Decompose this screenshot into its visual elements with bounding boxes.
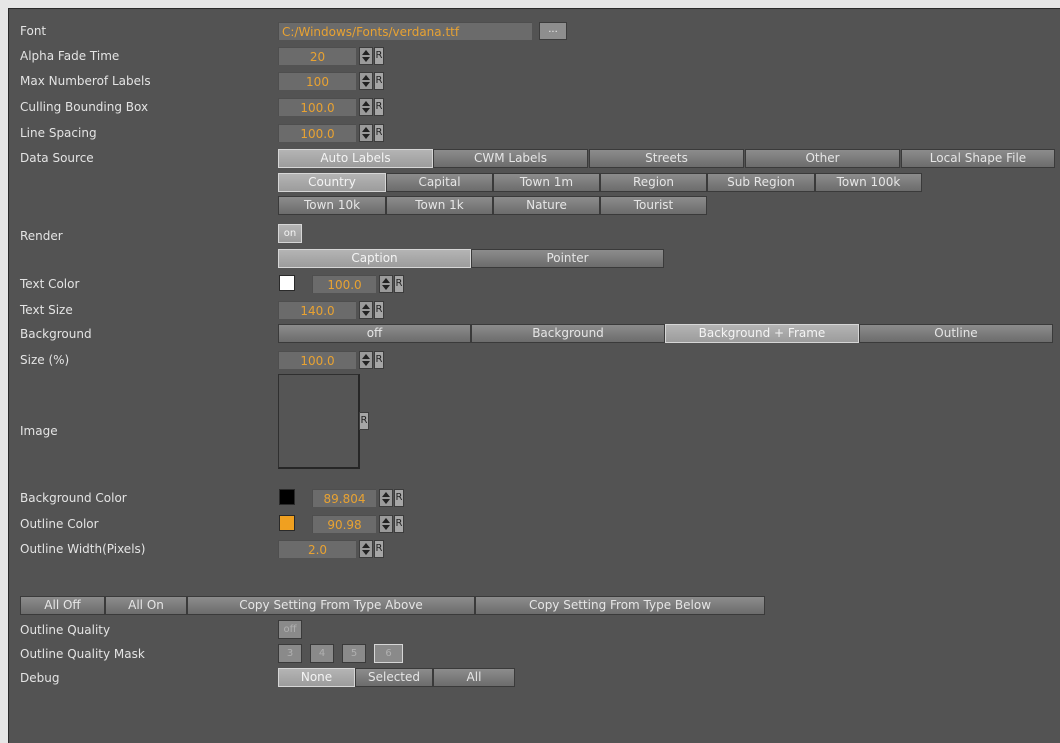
image-drop-area[interactable] bbox=[278, 374, 360, 469]
culling-bbox-field[interactable]: 100.0 bbox=[278, 98, 356, 116]
quality-mask-5[interactable]: 5 bbox=[342, 644, 366, 663]
alpha-fade-time-field[interactable]: 20 bbox=[278, 47, 356, 65]
quality-mask-4[interactable]: 4 bbox=[310, 644, 334, 663]
label-background-color: Background Color bbox=[20, 491, 127, 505]
data-source-town-1m[interactable]: Town 1m bbox=[493, 173, 600, 192]
data-source-nature[interactable]: Nature bbox=[493, 196, 600, 215]
image-reset-button[interactable]: R bbox=[359, 412, 369, 430]
debug-all[interactable]: All bbox=[433, 668, 515, 687]
background-color-reset-button[interactable]: R bbox=[394, 489, 404, 507]
background-color-alpha-stepper[interactable] bbox=[379, 489, 393, 507]
line-spacing-stepper[interactable] bbox=[359, 124, 373, 142]
outline-color-alpha-field[interactable]: 90.98 bbox=[312, 515, 376, 533]
label-culling-bbox: Culling Bounding Box bbox=[20, 100, 149, 114]
all-off-button[interactable]: All Off bbox=[20, 596, 105, 615]
render-mode-caption[interactable]: Caption bbox=[278, 249, 471, 268]
copy-from-below-button[interactable]: Copy Setting From Type Below bbox=[475, 596, 765, 615]
text-size-stepper[interactable] bbox=[359, 301, 373, 319]
data-source-tourist[interactable]: Tourist bbox=[600, 196, 707, 215]
label-debug: Debug bbox=[20, 671, 60, 685]
label-text-color: Text Color bbox=[20, 277, 80, 291]
alpha-fade-time-stepper[interactable] bbox=[359, 47, 373, 65]
background-background-frame[interactable]: Background + Frame bbox=[665, 324, 859, 343]
copy-from-above-button[interactable]: Copy Setting From Type Above bbox=[187, 596, 475, 615]
font-path-field[interactable]: C:/Windows/Fonts/verdana.ttf bbox=[278, 22, 532, 40]
all-on-button[interactable]: All On bbox=[105, 596, 187, 615]
label-data-source: Data Source bbox=[20, 151, 94, 165]
line-spacing-reset-button[interactable]: R bbox=[374, 124, 384, 142]
label-outline-quality-mask: Outline Quality Mask bbox=[20, 647, 145, 661]
label-max-labels: Max Numberof Labels bbox=[20, 74, 151, 88]
text-color-swatch[interactable] bbox=[279, 275, 295, 291]
render-mode-pointer[interactable]: Pointer bbox=[471, 249, 664, 268]
label-render: Render bbox=[20, 229, 63, 243]
data-source-town-1k[interactable]: Town 1k bbox=[386, 196, 493, 215]
data-source-town-100k[interactable]: Town 100k bbox=[815, 173, 922, 192]
render-toggle[interactable]: on bbox=[278, 224, 302, 243]
text-size-reset-button[interactable]: R bbox=[374, 301, 384, 319]
data-source-capital[interactable]: Capital bbox=[386, 173, 493, 192]
label-outline-color: Outline Color bbox=[20, 517, 99, 531]
data-source-streets[interactable]: Streets bbox=[589, 149, 744, 168]
outline-color-alpha-stepper[interactable] bbox=[379, 515, 393, 533]
text-color-alpha-field[interactable]: 100.0 bbox=[312, 275, 376, 293]
background-off[interactable]: off bbox=[278, 324, 471, 343]
label-text-size: Text Size bbox=[20, 303, 73, 317]
background-color-swatch[interactable] bbox=[279, 489, 295, 505]
data-source-local-shape-file[interactable]: Local Shape File bbox=[901, 149, 1055, 168]
outline-width-reset-button[interactable]: R bbox=[374, 540, 384, 558]
max-labels-stepper[interactable] bbox=[359, 72, 373, 90]
label-background: Background bbox=[20, 327, 92, 341]
max-labels-reset-button[interactable]: R bbox=[374, 72, 384, 90]
label-outline-quality: Outline Quality bbox=[20, 623, 111, 637]
size-pct-stepper[interactable] bbox=[359, 351, 373, 369]
data-source-sub-region[interactable]: Sub Region bbox=[707, 173, 815, 192]
background-outline[interactable]: Outline bbox=[859, 324, 1053, 343]
text-size-field[interactable]: 140.0 bbox=[278, 301, 356, 319]
quality-mask-3[interactable]: 3 bbox=[278, 644, 302, 663]
alpha-fade-time-reset-button[interactable]: R bbox=[374, 47, 384, 65]
text-color-alpha-stepper[interactable] bbox=[379, 275, 393, 293]
quality-mask-6[interactable]: 6 bbox=[374, 644, 403, 663]
label-line-spacing: Line Spacing bbox=[20, 126, 97, 140]
data-source-cwm-labels[interactable]: CWM Labels bbox=[433, 149, 588, 168]
label-settings-panel: Font Alpha Fade Time Max Numberof Labels… bbox=[8, 8, 1060, 743]
debug-none[interactable]: None bbox=[278, 668, 355, 687]
outline-width-stepper[interactable] bbox=[359, 540, 373, 558]
max-labels-field[interactable]: 100 bbox=[278, 72, 356, 90]
data-source-region[interactable]: Region bbox=[600, 173, 707, 192]
outline-width-field[interactable]: 2.0 bbox=[278, 540, 356, 558]
label-font: Font bbox=[20, 24, 47, 38]
line-spacing-field[interactable]: 100.0 bbox=[278, 124, 356, 142]
background-background[interactable]: Background bbox=[471, 324, 665, 343]
debug-selected[interactable]: Selected bbox=[355, 668, 433, 687]
text-color-reset-button[interactable]: R bbox=[394, 275, 404, 293]
culling-bbox-reset-button[interactable]: R bbox=[374, 98, 384, 116]
label-size-pct: Size (%) bbox=[20, 353, 70, 367]
label-outline-width: Outline Width(Pixels) bbox=[20, 542, 146, 556]
data-source-town-10k[interactable]: Town 10k bbox=[278, 196, 386, 215]
data-source-auto-labels[interactable]: Auto Labels bbox=[278, 149, 433, 168]
browse-button[interactable]: ... bbox=[539, 22, 567, 40]
background-color-alpha-field[interactable]: 89.804 bbox=[312, 489, 376, 507]
outline-color-swatch[interactable] bbox=[279, 515, 295, 531]
label-image: Image bbox=[20, 424, 58, 438]
outline-quality-toggle[interactable]: off bbox=[278, 620, 302, 639]
size-pct-reset-button[interactable]: R bbox=[374, 351, 384, 369]
outline-color-reset-button[interactable]: R bbox=[394, 515, 404, 533]
data-source-other[interactable]: Other bbox=[745, 149, 900, 168]
data-source-country[interactable]: Country bbox=[278, 173, 386, 192]
culling-bbox-stepper[interactable] bbox=[359, 98, 373, 116]
size-pct-field[interactable]: 100.0 bbox=[278, 351, 356, 369]
label-alpha-fade-time: Alpha Fade Time bbox=[20, 49, 120, 63]
